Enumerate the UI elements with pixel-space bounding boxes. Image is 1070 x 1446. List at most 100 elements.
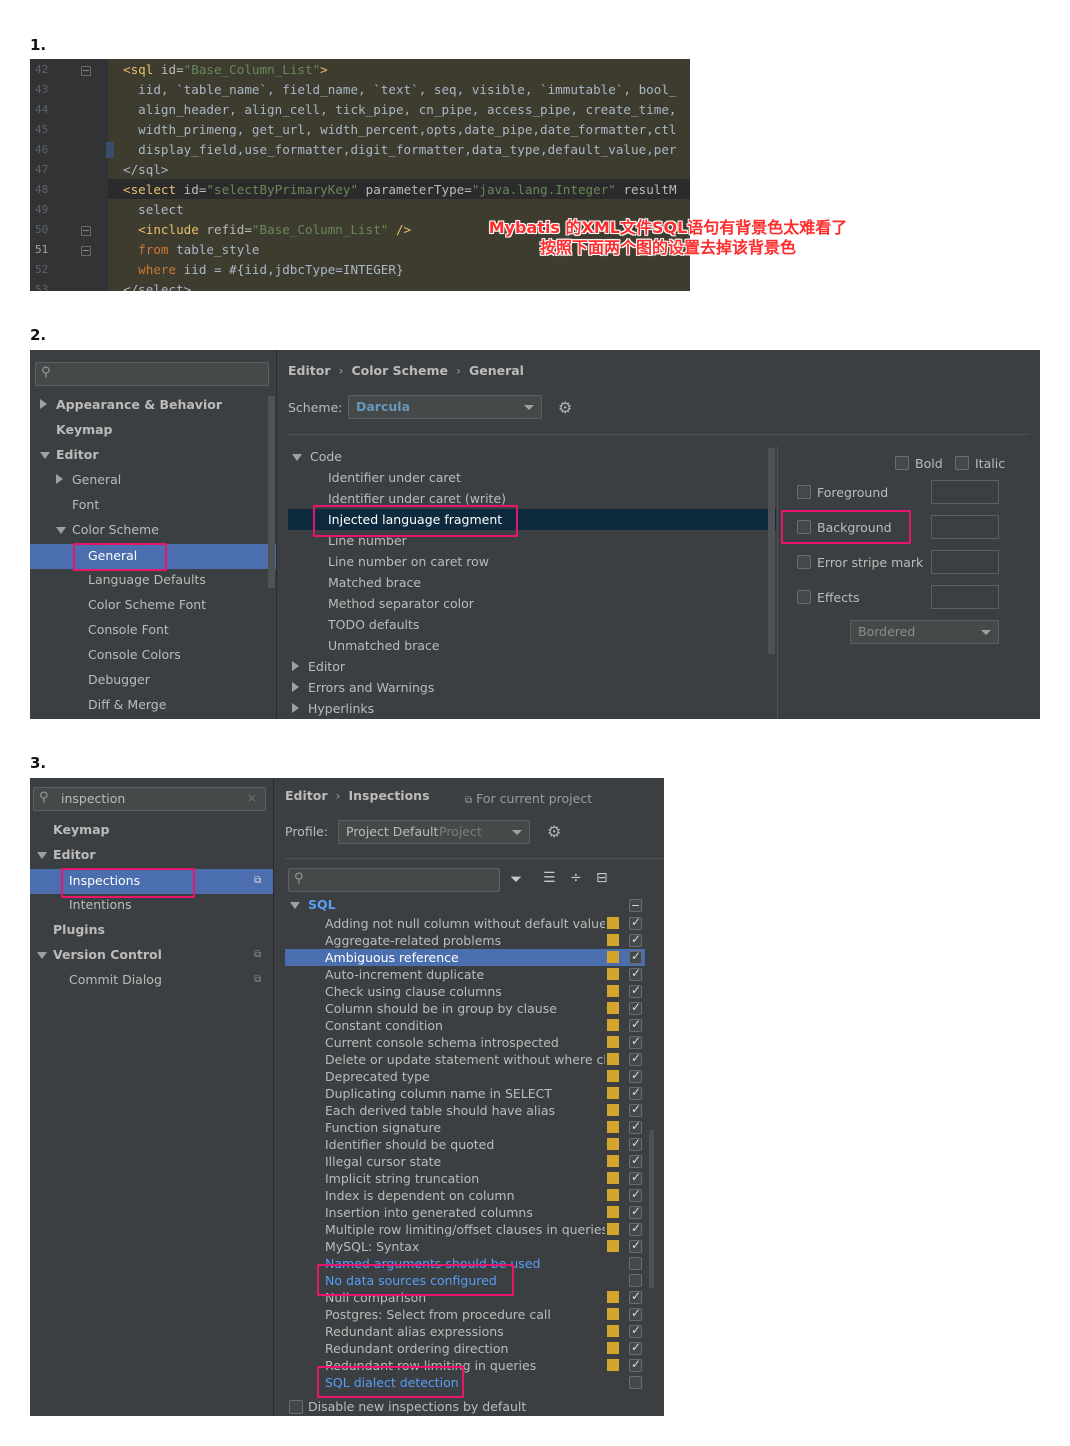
inspection-checkbox[interactable] [629, 1034, 642, 1049]
inspection-checkbox[interactable] [629, 1376, 642, 1389]
sidebar-item-version-control[interactable]: Version Control ⧉ [37, 943, 265, 967]
tree-group-errors[interactable]: Errors and Warnings [292, 680, 434, 695]
tree-group-editor[interactable]: Editor [292, 659, 345, 674]
settings-search-input[interactable]: ⚲ inspection × [33, 787, 266, 811]
effects-type-select[interactable]: Bordered [850, 620, 999, 644]
inspection-checkbox[interactable] [629, 1000, 642, 1015]
sidebar-item-diff-merge[interactable]: Diff & Merge [88, 693, 166, 717]
italic-checkbox[interactable] [955, 456, 969, 470]
expand-all-icon[interactable]: ☰ [543, 870, 556, 886]
list-scrollbar[interactable] [649, 1130, 654, 1288]
inspection-checkbox[interactable] [629, 1017, 642, 1032]
inspection-row[interactable]: Check using clause columns [285, 983, 645, 1000]
inspection-row[interactable]: Deprecated type [285, 1068, 645, 1085]
inspection-checkbox[interactable] [629, 966, 642, 981]
error-stripe-color[interactable] [931, 550, 999, 574]
inspection-row[interactable]: Aggregate-related problems [285, 932, 645, 949]
tree-scrollbar[interactable] [768, 448, 775, 654]
effects-color[interactable] [931, 585, 999, 609]
foreground-color[interactable] [931, 480, 999, 504]
tree-item[interactable]: TODO defaults [328, 617, 419, 632]
inspection-checkbox[interactable] [629, 915, 642, 930]
group-partial-checkbox[interactable] [629, 899, 642, 912]
inspection-checkbox[interactable] [629, 1238, 642, 1253]
tree-group-code[interactable]: Code [292, 449, 342, 464]
inspection-row[interactable]: Column should be in group by clause [285, 1000, 645, 1017]
sidebar-item-debugger[interactable]: Debugger [88, 668, 150, 692]
inspection-row[interactable]: Illegal cursor state [285, 1153, 645, 1170]
sidebar-item-appearance[interactable]: Appearance & Behavior [40, 393, 222, 417]
inspection-checkbox[interactable] [629, 1204, 642, 1219]
inspection-row[interactable]: Redundant ordering direction [285, 1340, 645, 1357]
inspection-checkbox[interactable] [629, 1221, 642, 1236]
background-color[interactable] [931, 515, 999, 539]
inspection-row[interactable]: Auto-increment duplicate [285, 966, 645, 983]
sidebar-item-color-scheme-font[interactable]: Color Scheme Font [88, 593, 206, 617]
inspection-row[interactable]: Adding not null column without default v… [285, 915, 645, 932]
inspection-row[interactable]: Duplicating column name in SELECT [285, 1085, 645, 1102]
reset-icon[interactable]: ⊟ [596, 870, 608, 886]
inspection-checkbox[interactable] [629, 1257, 642, 1270]
inspection-checkbox[interactable] [629, 983, 642, 998]
inspection-checkbox[interactable] [629, 1274, 642, 1287]
tree-group-hyperlinks[interactable]: Hyperlinks [292, 701, 374, 716]
inspection-checkbox[interactable] [629, 932, 642, 947]
inspection-tree[interactable]: SQL Adding not null column without defau… [285, 895, 659, 1395]
sidebar-item-console-colors[interactable]: Console Colors [88, 643, 181, 667]
inspection-checkbox[interactable] [629, 1187, 642, 1202]
inspection-checkbox[interactable] [629, 949, 642, 964]
tree-item[interactable]: Line number on caret row [328, 554, 489, 569]
fold-open-icon[interactable] [81, 246, 91, 256]
sidebar-item-keymap[interactable]: Keymap [53, 818, 110, 842]
sidebar-item-language-defaults[interactable]: Language Defaults [88, 568, 206, 592]
gear-icon[interactable]: ⚙ [547, 824, 561, 840]
inspection-row[interactable]: Ambiguous reference [285, 949, 645, 966]
color-tree[interactable]: Code Identifier under caret Identifier u… [288, 446, 776, 719]
sidebar-item-keymap[interactable]: Keymap [56, 418, 113, 442]
sidebar-item-general[interactable]: General [56, 468, 121, 492]
inspection-checkbox[interactable] [629, 1340, 642, 1355]
foreground-checkbox[interactable] [797, 485, 811, 499]
sidebar-scrollbar[interactable] [268, 396, 275, 588]
tree-group-sql[interactable]: SQL [290, 897, 336, 912]
inspection-checkbox[interactable] [629, 1153, 642, 1168]
profile-select[interactable]: Project Default Project [338, 820, 530, 844]
inspection-checkbox[interactable] [629, 1136, 642, 1151]
inspection-checkbox[interactable] [629, 1051, 642, 1066]
sidebar-item-plugins[interactable]: Plugins [53, 918, 105, 942]
sidebar-item-console-font[interactable]: Console Font [88, 618, 169, 642]
fold-close-icon[interactable] [81, 226, 91, 236]
inspections-filter-input[interactable]: ⚲ [288, 868, 500, 892]
inspection-row[interactable]: Multiple row limiting/offset clauses in … [285, 1221, 645, 1238]
fold-open-icon[interactable] [81, 66, 91, 76]
tree-item[interactable]: Method separator color [328, 596, 474, 611]
inspection-checkbox[interactable] [629, 1323, 642, 1338]
collapse-all-icon[interactable]: ÷ [570, 870, 582, 886]
inspection-row[interactable]: Function signature [285, 1119, 645, 1136]
inspection-row[interactable]: Implicit string truncation [285, 1170, 645, 1187]
gear-icon[interactable]: ⚙ [558, 400, 572, 416]
error-stripe-checkbox[interactable] [797, 555, 811, 569]
inspection-checkbox[interactable] [629, 1085, 642, 1100]
inspection-row[interactable]: Postgres: Select from procedure call [285, 1306, 645, 1323]
tree-item[interactable]: Unmatched brace [328, 638, 440, 653]
inspection-checkbox[interactable] [629, 1170, 642, 1185]
filter-icon[interactable]: ⏷ [510, 870, 522, 888]
inspection-row[interactable]: Insertion into generated columns [285, 1204, 645, 1221]
inspection-checkbox[interactable] [629, 1119, 642, 1134]
effects-checkbox[interactable] [797, 590, 811, 604]
inspection-row[interactable]: Index is dependent on column [285, 1187, 645, 1204]
inspection-row[interactable]: MySQL: Syntax [285, 1238, 645, 1255]
inspection-row[interactable]: Delete or update statement without where… [285, 1051, 645, 1068]
scheme-select[interactable]: Darcula [348, 395, 542, 419]
inspection-checkbox[interactable] [629, 1306, 642, 1321]
settings-search-input[interactable]: ⚲ [35, 362, 269, 386]
tree-item[interactable]: Matched brace [328, 575, 421, 590]
inspection-row[interactable]: Current console schema introspected [285, 1034, 645, 1051]
sidebar-item-editor[interactable]: Editor [40, 443, 99, 467]
inspection-row[interactable]: Redundant alias expressions [285, 1323, 645, 1340]
clear-icon[interactable]: × [247, 790, 257, 805]
inspection-row[interactable]: Each derived table should have alias [285, 1102, 645, 1119]
inspection-checkbox[interactable] [629, 1102, 642, 1117]
sidebar-item-editor[interactable]: Editor [37, 843, 96, 867]
